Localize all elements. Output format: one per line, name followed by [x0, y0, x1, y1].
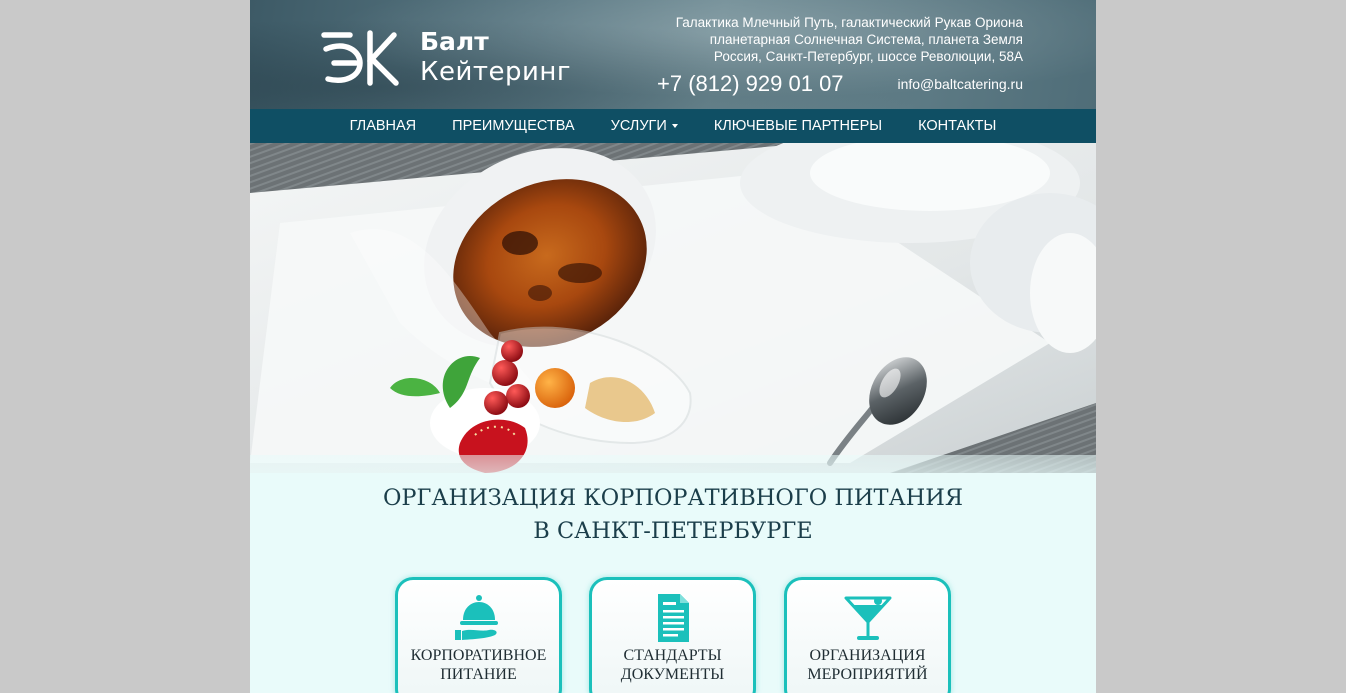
- hero-dessert-illustration: [250, 143, 1096, 473]
- nav-item-services[interactable]: УСЛУГИ: [593, 109, 696, 143]
- cloche-icon: [454, 595, 498, 640]
- nav-label: КЛЮЧЕВЫЕ ПАРТНЕРЫ: [713, 118, 883, 134]
- logo[interactable]: Балт Кейтеринг: [320, 26, 600, 90]
- brand-name: Балт: [420, 27, 489, 56]
- caret-down-icon: [671, 124, 678, 129]
- service-cards: КОРПОРАТИВНОЕ ПИТАНИЕ СТАНДАРТЫ ДОКУМЕНТ…: [395, 577, 951, 693]
- nav-label: ПРЕИМУЩЕСТВА: [452, 118, 575, 134]
- nav-item-contacts[interactable]: КОНТАКТЫ: [900, 109, 1014, 143]
- card-label-line: ОРГАНИЗАЦИЯ: [809, 647, 926, 664]
- address-line: планетарная Солнечная Система, планета З…: [709, 32, 1023, 47]
- cocktail-icon: [844, 596, 891, 640]
- logo-mark-icon: [321, 30, 399, 86]
- address-line: Галактика Млечный Путь, галактический Ру…: [675, 15, 1023, 30]
- nav-item-home[interactable]: ГЛАВНАЯ: [332, 109, 435, 143]
- service-card-label: СТАНДАРТЫ ДОКУМЕНТЫ: [592, 646, 753, 684]
- email-link[interactable]: info@baltcatering.ru: [897, 75, 1023, 93]
- card-label-line: ПИТАНИЕ: [440, 666, 517, 683]
- headline-line: В САНКТ-ПЕТЕРБУРГЕ: [533, 518, 813, 544]
- document-icon: [657, 594, 689, 642]
- brand-subtitle: Кейтеринг: [420, 57, 572, 87]
- card-label-line: СТАНДАРТЫ: [623, 647, 722, 664]
- nav-item-partners[interactable]: КЛЮЧЕВЫЕ ПАРТНЕРЫ: [696, 109, 900, 143]
- nav-item-advantages[interactable]: ПРЕИМУЩЕСТВА: [434, 109, 592, 143]
- site-header: Балт Кейтеринг Галактика Млечный Путь, г…: [250, 0, 1096, 109]
- address: Галактика Млечный Путь, галактический Ру…: [603, 14, 1023, 65]
- address-line: Россия, Санкт-Петербург, шоссе Революции…: [713, 49, 1023, 64]
- card-label-line: МЕРОПРИЯТИЙ: [807, 666, 928, 683]
- phone-link[interactable]: +7 (812) 929 01 07: [657, 70, 844, 98]
- nav-label: ГЛАВНАЯ: [349, 118, 417, 134]
- service-card-events[interactable]: ОРГАНИЗАЦИЯ МЕРОПРИЯТИЙ: [784, 577, 951, 693]
- hero-image: [250, 143, 1096, 473]
- service-card-corporate-food[interactable]: КОРПОРАТИВНОЕ ПИТАНИЕ: [395, 577, 562, 693]
- page: Балт Кейтеринг Галактика Млечный Путь, г…: [250, 0, 1096, 693]
- service-card-label: КОРПОРАТИВНОЕ ПИТАНИЕ: [398, 646, 559, 684]
- service-card-documents[interactable]: СТАНДАРТЫ ДОКУМЕНТЫ: [589, 577, 756, 693]
- page-headline: ОРГАНИЗАЦИЯ КОРПОРАТИВНОГО ПИТАНИЯ В САН…: [250, 482, 1096, 548]
- headline-line: ОРГАНИЗАЦИЯ КОРПОРАТИВНОГО ПИТАНИЯ: [382, 485, 964, 511]
- card-label-line: ДОКУМЕНТЫ: [620, 666, 725, 683]
- nav-label: УСЛУГИ: [610, 118, 667, 134]
- main-nav: ГЛАВНАЯ ПРЕИМУЩЕСТВА УСЛУГИ КЛЮЧЕВЫЕ ПАР…: [250, 109, 1096, 143]
- service-card-label: ОРГАНИЗАЦИЯ МЕРОПРИЯТИЙ: [787, 646, 948, 684]
- card-label-line: КОРПОРАТИВНОЕ: [410, 647, 547, 664]
- nav-label: КОНТАКТЫ: [918, 118, 997, 134]
